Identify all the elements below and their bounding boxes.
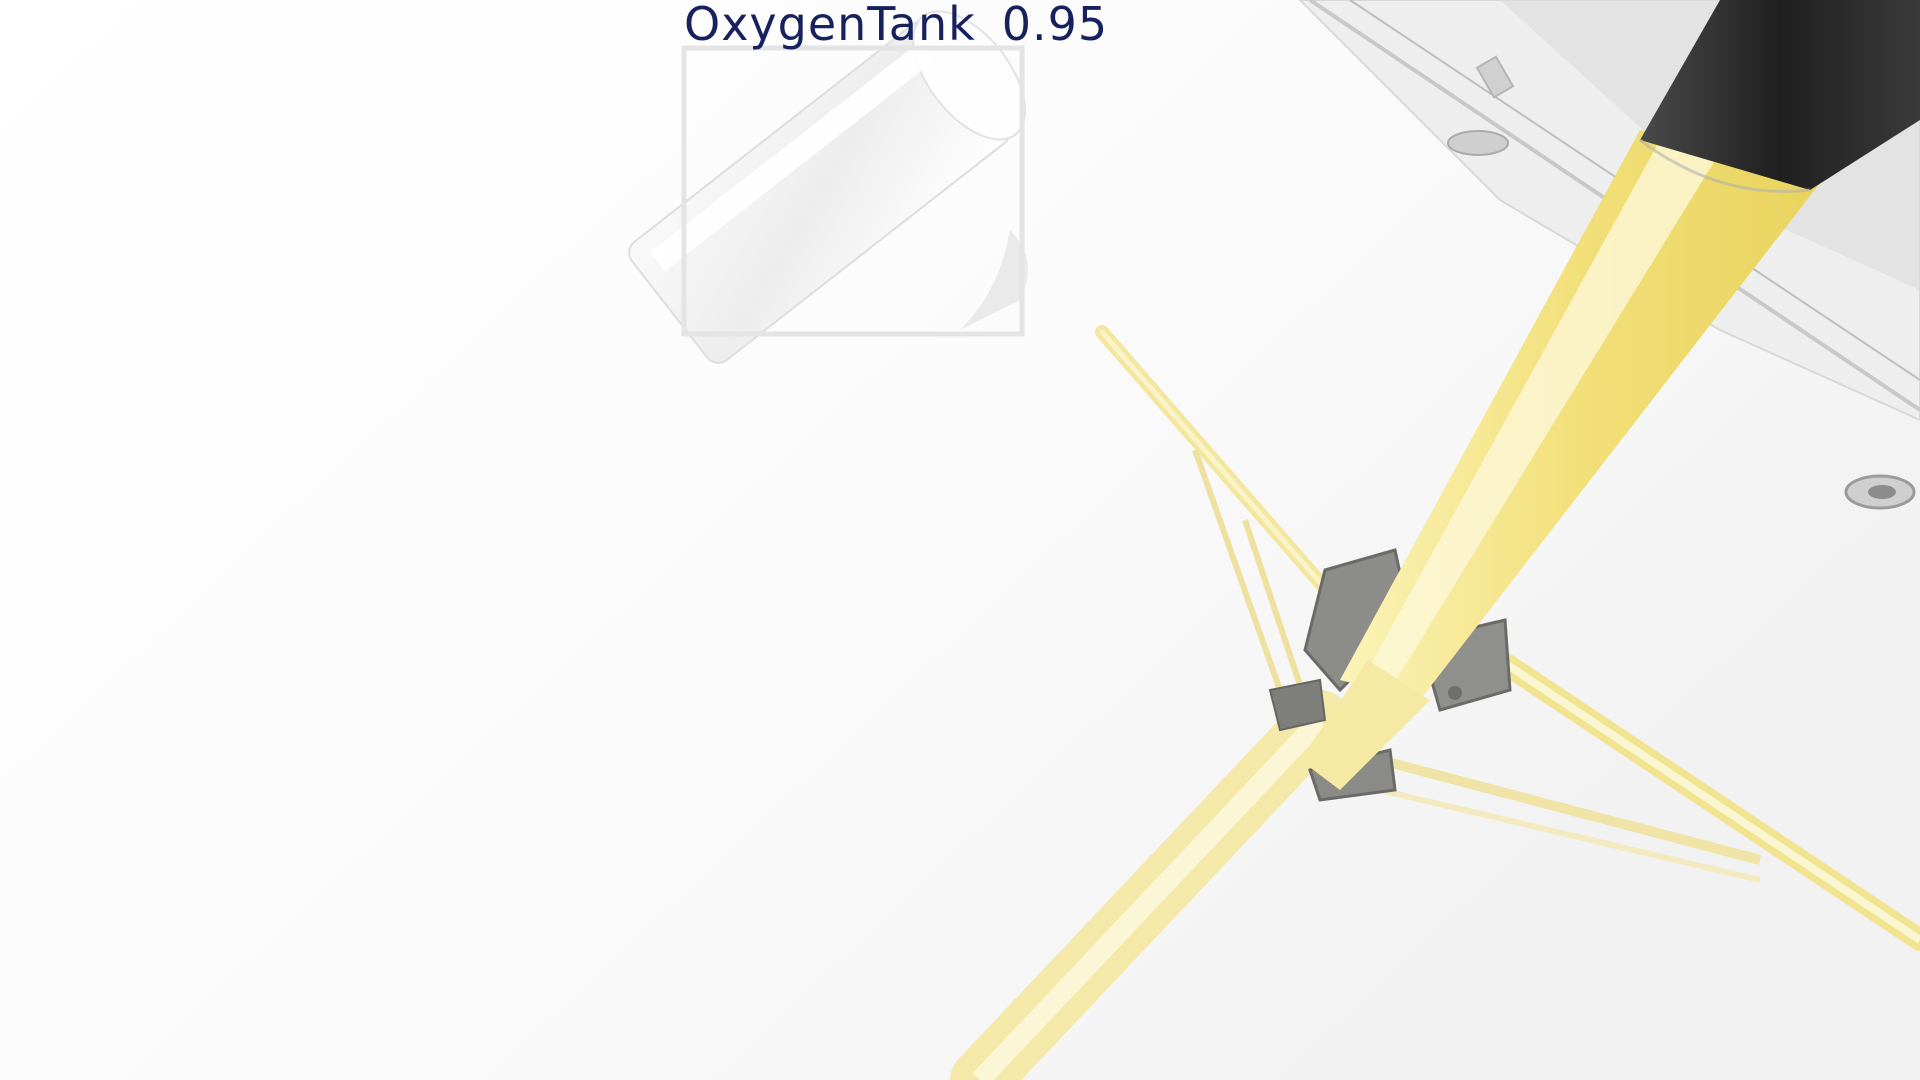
scene-image: OxygenTank 0.95 <box>0 0 1920 1080</box>
detection-label: OxygenTank 0.95 <box>684 0 1108 50</box>
panel-bolt <box>1868 485 1896 499</box>
panel-bolt <box>1447 130 1509 156</box>
detection-class-label: OxygenTank <box>684 0 976 51</box>
scene-illustration <box>0 0 1920 1080</box>
detection-confidence: 0.95 <box>1001 0 1109 51</box>
